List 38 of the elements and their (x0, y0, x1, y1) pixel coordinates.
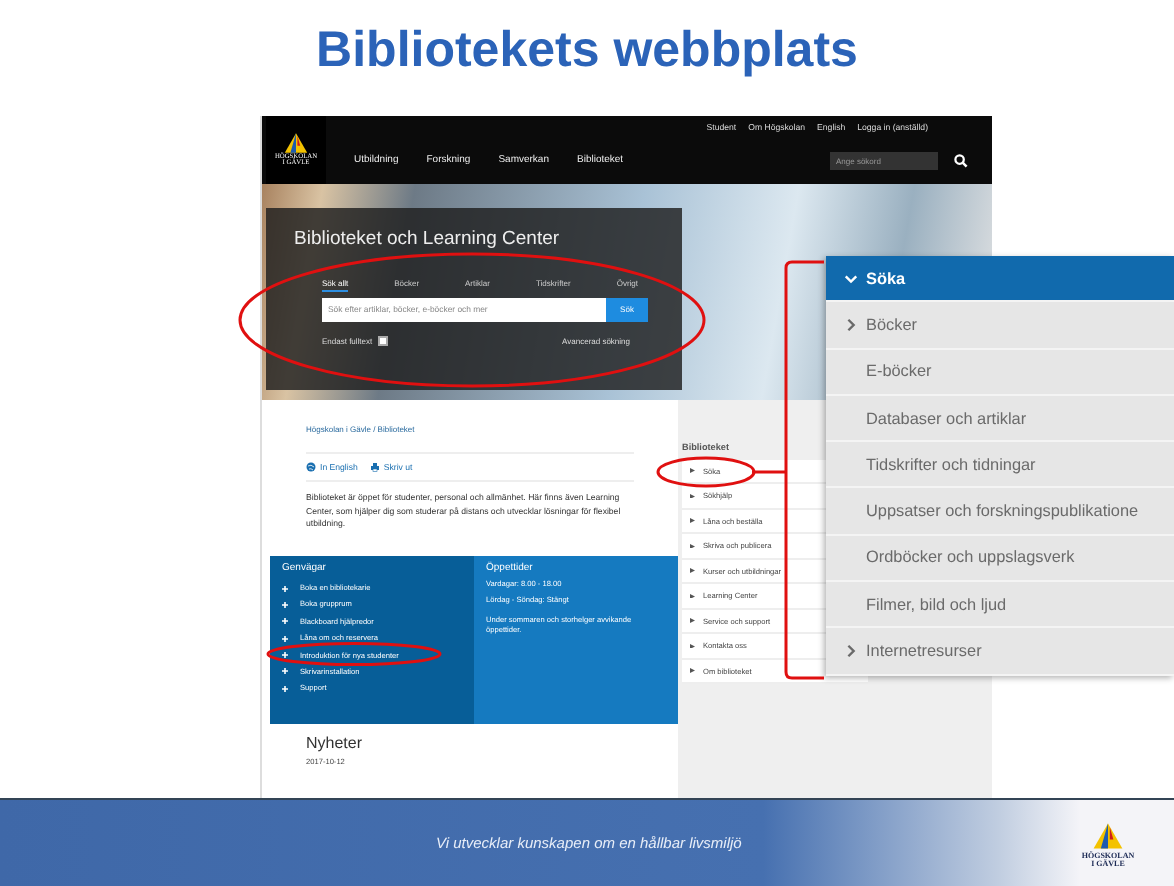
menu-item[interactable]: Internetresurser (826, 628, 1174, 676)
plus-icon (282, 668, 288, 675)
plus-icon (282, 685, 288, 692)
chevron-down-icon (844, 271, 858, 286)
chevron-right-icon (844, 644, 858, 659)
bullet-icon (690, 668, 695, 674)
bullet-icon (690, 468, 695, 474)
menu-item[interactable]: Databaser och artiklar (826, 395, 1174, 443)
plus-icon (282, 652, 288, 659)
menu-item[interactable]: Uppsatser och forskningspublikatione (826, 488, 1174, 536)
checkbox[interactable] (378, 335, 389, 346)
plus-icon (282, 585, 288, 592)
menu-item[interactable]: Tidskrifter och tidningar (826, 442, 1174, 489)
menu-item[interactable]: Filmer, bild och ljud (826, 582, 1174, 629)
search-icon[interactable] (954, 153, 968, 168)
menu-item[interactable]: Söka (826, 256, 1174, 303)
bullet-icon (690, 518, 695, 524)
bullet-icon (690, 568, 695, 574)
news-heading: Nyheter (306, 733, 365, 752)
slide-title: Bibliotekets webbplats (316, 22, 858, 81)
bullet-icon (690, 618, 695, 624)
bullet-icon (690, 543, 695, 549)
plus-icon (282, 618, 288, 625)
bullet-icon (690, 593, 695, 599)
bullet-icon (690, 643, 695, 649)
bullet-icon (690, 493, 695, 499)
chevron-right-icon (844, 317, 858, 332)
hero-title: Biblioteket och Learning Center (294, 227, 562, 250)
plus-icon (282, 601, 288, 608)
menu-item[interactable]: E-böcker (826, 349, 1174, 396)
logo-icon (282, 131, 310, 154)
globe-icon (306, 461, 316, 472)
menu-item[interactable]: Ordböcker och uppslagsverk (826, 535, 1174, 583)
printer-icon (369, 461, 380, 472)
annotation-ellipse (656, 456, 756, 488)
plus-icon (282, 635, 288, 642)
logo-icon (1090, 819, 1126, 852)
menu-item[interactable]: Böcker (826, 302, 1174, 350)
